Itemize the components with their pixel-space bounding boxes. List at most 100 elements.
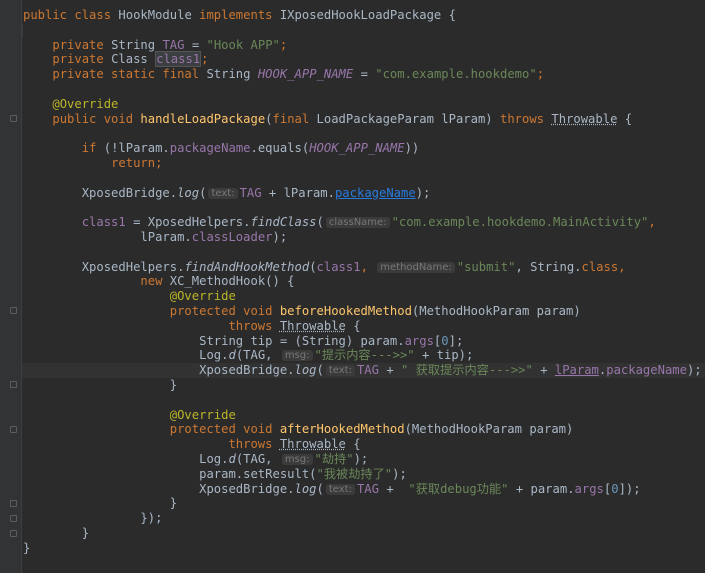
expr: lParam. — [140, 229, 192, 244]
fold-marker-icon[interactable] — [10, 426, 17, 433]
comma: , — [648, 215, 656, 230]
code-line[interactable]: @Override — [22, 289, 705, 304]
code-line[interactable]: protected void beforeHookedMethod(Method… — [22, 304, 705, 319]
field-name-highlighted[interactable]: class1 — [155, 51, 202, 68]
field-name: class1 — [316, 259, 361, 274]
fold-marker-icon[interactable] — [10, 515, 17, 522]
code-line[interactable]: public void handleLoadPackage(final Load… — [22, 112, 705, 127]
expr: + tip); — [421, 348, 474, 363]
code-line[interactable]: if (!lParam.packageName.equals(HOOK_APP_… — [22, 141, 705, 156]
field-name: args — [574, 481, 604, 496]
code-line[interactable]: @Override — [22, 97, 705, 112]
constant-name: HOOK_APP_NAME — [309, 141, 405, 156]
semicolon: ; — [155, 155, 163, 170]
code-line[interactable]: } — [22, 541, 705, 556]
code-area[interactable]: public class HookModule implements IXpos… — [22, 8, 705, 555]
operator: = — [191, 37, 200, 52]
code-line[interactable]: XposedBridge.log(text: TAG + "获取debug功能" … — [22, 482, 705, 497]
static-method: findAndHookMethod — [184, 259, 310, 274]
expr: XposedBridge. — [199, 363, 295, 378]
expr: XC_MethodHook() { — [169, 274, 295, 289]
paren: ( — [316, 481, 324, 496]
code-line[interactable]: new XC_MethodHook() { — [22, 274, 705, 289]
expr: param.setResult( — [199, 466, 317, 481]
code-line[interactable]: throws Throwable { — [22, 437, 705, 452]
code-line-blank[interactable] — [22, 245, 705, 260]
code-line[interactable]: XposedBridge.log(text: TAG + lParam.packa… — [22, 186, 705, 201]
code-line-blank[interactable] — [22, 22, 705, 38]
keyword: throws — [228, 437, 273, 452]
paren: ( — [199, 185, 207, 200]
field-name: TAG — [162, 37, 185, 52]
fold-marker-icon[interactable] — [10, 530, 17, 537]
keyword: class — [581, 259, 619, 274]
method-name: afterHookedMethod — [279, 422, 405, 437]
brace: } — [23, 540, 31, 555]
fold-marker-icon[interactable] — [10, 115, 17, 122]
string-literal: "submit" — [456, 259, 516, 274]
code-line[interactable]: }); — [22, 511, 705, 526]
editor-gutter[interactable] — [0, 0, 22, 573]
code-line[interactable]: lParam.classLoader); — [22, 230, 705, 245]
param-hint: text: — [325, 365, 355, 377]
paren: )) — [404, 141, 420, 156]
code-line[interactable]: XposedHelpers.findAndHookMethod(class1 , … — [22, 260, 705, 275]
code-line[interactable]: String tip = (String) param.args[0]; — [22, 334, 705, 349]
expr: String tip = (String) param. — [199, 333, 405, 348]
code-line[interactable]: throws Throwable { — [22, 319, 705, 334]
code-line-blank[interactable] — [22, 171, 705, 186]
code-line[interactable]: class1 = XposedHelpers.findClass(classNa… — [22, 215, 705, 230]
keyword: public void — [52, 111, 134, 126]
brace: }); — [140, 511, 163, 526]
field-name: packageName — [169, 141, 251, 156]
expr: XposedBridge. — [81, 185, 178, 200]
brace: { — [353, 318, 361, 333]
field-name: classLoader — [191, 229, 273, 244]
annotation: @Override — [52, 96, 119, 111]
code-line[interactable]: private String TAG = "Hook APP"; — [22, 38, 705, 53]
static-method: findClass — [250, 215, 317, 230]
keyword: new — [140, 274, 163, 289]
fold-marker-icon[interactable] — [10, 500, 17, 507]
code-line[interactable]: } — [22, 378, 705, 393]
code-line[interactable]: Log.d(TAG, msg: "提示内容--->>" + tip); — [22, 348, 705, 363]
static-method: d — [228, 451, 236, 466]
param-hint: msg: — [281, 453, 313, 465]
captured-variable: lParam — [554, 363, 599, 378]
paren: ); — [272, 229, 288, 244]
code-line-blank[interactable] — [22, 200, 705, 215]
code-line-blank[interactable] — [22, 82, 705, 97]
brace: { — [448, 8, 456, 22]
code-editor[interactable]: public class HookModule implements IXpos… — [0, 0, 705, 573]
code-line[interactable]: return; — [22, 156, 705, 171]
code-line-blank[interactable] — [22, 393, 705, 408]
code-line[interactable]: } — [22, 526, 705, 541]
code-line[interactable]: } — [22, 496, 705, 511]
code-line[interactable]: @Override — [22, 408, 705, 423]
field-link[interactable]: packageName — [335, 186, 416, 200]
code-line[interactable]: protected void afterHookedMethod(MethodH… — [22, 422, 705, 437]
annotation: @Override — [169, 407, 236, 422]
keyword: throws — [228, 318, 273, 333]
string-literal: "提示内容--->>" — [314, 348, 415, 363]
constant-name: HOOK_APP_NAME — [257, 67, 354, 82]
keyword: public — [23, 8, 68, 22]
code-line-current[interactable]: XposedBridge.log(text: TAG + " 获取提示内容--->… — [22, 363, 705, 378]
comma: , — [618, 259, 626, 274]
annotation: @Override — [169, 289, 236, 304]
type-name: String — [111, 37, 156, 52]
field-name: TAG — [239, 185, 262, 200]
fold-marker-icon[interactable] — [10, 381, 17, 388]
paren: ( — [265, 111, 273, 126]
fold-marker-icon[interactable] — [10, 307, 17, 314]
paren: ( — [309, 259, 317, 274]
code-line-blank[interactable] — [22, 126, 705, 141]
code-line[interactable]: param.setResult("我被劫持了"); — [22, 467, 705, 482]
expr: (!lParam. — [103, 141, 170, 156]
code-line[interactable]: private Class class1; — [22, 51, 705, 68]
param-hint: methodName: — [377, 261, 455, 273]
semicolon: ; — [279, 37, 288, 52]
code-line[interactable]: public class HookModule implements IXpos… — [22, 8, 705, 23]
code-line[interactable]: Log.d(TAG, msg: "劫持"); — [22, 452, 705, 467]
code-line[interactable]: private static final String HOOK_APP_NAM… — [22, 67, 705, 82]
